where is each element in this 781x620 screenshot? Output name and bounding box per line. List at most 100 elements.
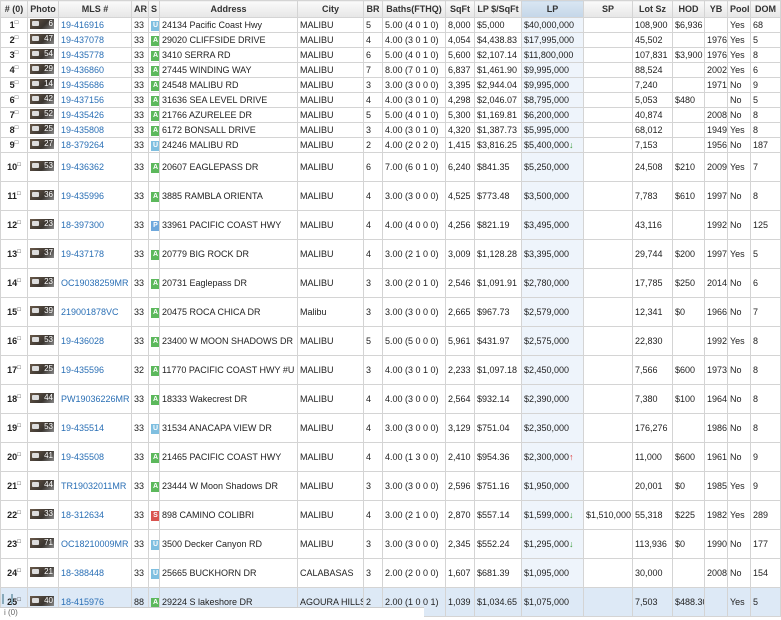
photo-cell[interactable]: 36	[27, 181, 59, 211]
checkbox-icon[interactable]: □	[17, 365, 21, 371]
table-row[interactable]: 19□ 53 19-435514 33 U 31534 ANACAPA VIEW DR MA…	[0, 413, 781, 443]
photo-thumbnail[interactable]: 53	[30, 161, 54, 171]
photo-thumbnail[interactable]: 54	[30, 49, 54, 59]
mls-link[interactable]: 18-312634	[58, 500, 132, 530]
checkbox-icon[interactable]: □	[15, 110, 19, 116]
photo-cell[interactable]: 41	[27, 442, 59, 472]
column-header-pool[interactable]: Pool	[727, 0, 751, 18]
checkbox-icon[interactable]: □	[15, 65, 19, 71]
photo-thumbnail[interactable]: 6	[30, 19, 54, 29]
checkbox-icon[interactable]: □	[15, 50, 19, 56]
photo-cell[interactable]: 29	[27, 62, 59, 78]
mls-link[interactable]: 19-435426	[58, 107, 132, 123]
photo-cell[interactable]: 53	[27, 152, 59, 182]
table-row[interactable]: 13□ 37 19-437178 33 A 20779 BIG ROCK DR MALIBU…	[0, 239, 781, 269]
column-header-yb[interactable]: YB	[704, 0, 728, 18]
photo-thumbnail[interactable]: 14	[30, 79, 54, 89]
photo-cell[interactable]: 25	[27, 355, 59, 385]
table-row[interactable]: 16□ 53 19-436028 33 A 23400 W MOON SHADOWS DR…	[0, 326, 781, 356]
mls-link[interactable]: 19-435996	[58, 181, 132, 211]
column-header-lp[interactable]: LP	[521, 0, 584, 18]
photo-cell[interactable]: 23	[27, 210, 59, 240]
photo-thumbnail[interactable]: 71	[30, 538, 54, 548]
photo-cell[interactable]: 23	[27, 268, 59, 298]
table-row[interactable]: 1□ 6 19-416916 33 U 24134 Pacific Coast Hwy MA…	[0, 17, 781, 33]
photo-thumbnail[interactable]: 53	[30, 422, 54, 432]
table-row[interactable]: 3□ 54 19-435778 33 A 3410 SERRA RD MALIBU 6 5.00…	[0, 47, 781, 63]
photo-cell[interactable]: 47	[27, 32, 59, 48]
mls-link[interactable]: 19-437178	[58, 239, 132, 269]
photo-cell[interactable]: 52	[27, 107, 59, 123]
column-header-baths[interactable]: Baths(FTHQ)	[382, 0, 446, 18]
column-header-mls[interactable]: MLS #	[58, 0, 132, 18]
table-row[interactable]: 22□ 33 18-312634 33 S 898 CAMINO COLIBRI MALIB…	[0, 500, 781, 530]
checkbox-icon[interactable]: □	[17, 510, 21, 516]
checkbox-icon[interactable]: □	[17, 336, 21, 342]
checkbox-icon[interactable]: □	[17, 568, 21, 574]
column-header-sp[interactable]: SP	[583, 0, 633, 18]
mls-link[interactable]: TR19032011MR	[58, 471, 132, 501]
photo-cell[interactable]: 53	[27, 413, 59, 443]
photo-thumbnail[interactable]: 47	[30, 34, 54, 44]
column-header-num[interactable]: # (0)	[0, 0, 28, 18]
checkbox-icon[interactable]: □	[17, 249, 21, 255]
checkbox-icon[interactable]: □	[17, 307, 21, 313]
checkbox-icon[interactable]: □	[17, 278, 21, 284]
mls-link[interactable]: OC18210009MR	[58, 529, 132, 559]
photo-cell[interactable]: 44	[27, 384, 59, 414]
table-row[interactable]: 12□ 23 18-397300 33 P 33961 PACIFIC COAST HWY…	[0, 210, 781, 240]
table-row[interactable]: 17□ 25 19-435596 32 A 11770 PACIFIC COAST HWY…	[0, 355, 781, 385]
table-row[interactable]: 15□ 39 219001878VC 33 A 20475 ROCA CHICA DR Ma…	[0, 297, 781, 327]
checkbox-icon[interactable]: □	[15, 125, 19, 131]
mls-link[interactable]: 219001878VC	[58, 297, 132, 327]
checkbox-icon[interactable]: □	[17, 394, 21, 400]
table-row[interactable]: 8□ 25 19-435808 33 A 6172 BONSALL DRIVE MALIBU…	[0, 122, 781, 138]
column-resize-handle[interactable]	[2, 594, 13, 604]
mls-link[interactable]: 19-436362	[58, 152, 132, 182]
column-header-ar[interactable]: AR	[131, 0, 149, 18]
mls-link[interactable]: 19-435686	[58, 77, 132, 93]
photo-cell[interactable]: 6	[27, 17, 59, 33]
photo-thumbnail[interactable]: 23	[30, 219, 54, 229]
photo-thumbnail[interactable]: 25	[30, 124, 54, 134]
checkbox-icon[interactable]: □	[17, 423, 21, 429]
photo-cell[interactable]: 54	[27, 47, 59, 63]
photo-cell[interactable]: 39	[27, 297, 59, 327]
photo-thumbnail[interactable]: 44	[30, 480, 54, 490]
photo-cell[interactable]: 25	[27, 122, 59, 138]
mls-link[interactable]: 18-397300	[58, 210, 132, 240]
photo-thumbnail[interactable]: 44	[30, 393, 54, 403]
column-header-lot-size[interactable]: Lot Sz	[632, 0, 673, 18]
photo-cell[interactable]: 44	[27, 471, 59, 501]
mls-link[interactable]: 19-435508	[58, 442, 132, 472]
mls-link[interactable]: 19-416916	[58, 17, 132, 33]
checkbox-icon[interactable]: □	[15, 80, 19, 86]
mls-link[interactable]: 19-436860	[58, 62, 132, 78]
mls-link[interactable]: PW19036226MR	[58, 384, 132, 414]
checkbox-icon[interactable]: □	[17, 220, 21, 226]
table-row[interactable]: 24□ 21 18-388448 33 U 25665 BUCKHORN DR CALABA…	[0, 558, 781, 588]
photo-thumbnail[interactable]: 23	[30, 277, 54, 287]
mls-link[interactable]: 19-435596	[58, 355, 132, 385]
column-header-city[interactable]: City	[297, 0, 364, 18]
photo-thumbnail[interactable]: 29	[30, 64, 54, 74]
column-header-dom[interactable]: DOM	[750, 0, 781, 18]
photo-cell[interactable]: 27	[27, 137, 59, 153]
checkbox-icon[interactable]: □	[15, 20, 19, 26]
mls-link[interactable]: 19-435514	[58, 413, 132, 443]
column-header-br[interactable]: BR	[363, 0, 383, 18]
checkbox-icon[interactable]: □	[17, 481, 21, 487]
table-row[interactable]: 11□ 36 19-435996 33 A 3885 RAMBLA ORIENTA MALI…	[0, 181, 781, 211]
checkbox-icon[interactable]: □	[17, 162, 21, 168]
mls-link[interactable]: 18-379264	[58, 137, 132, 153]
column-header-hod[interactable]: HOD	[672, 0, 705, 18]
mls-link[interactable]: 19-437078	[58, 32, 132, 48]
table-row[interactable]: 7□ 52 19-435426 33 A 21766 AZURELEE DR MALIBU 5…	[0, 107, 781, 123]
mls-link[interactable]: 19-435808	[58, 122, 132, 138]
photo-thumbnail[interactable]: 27	[30, 139, 54, 149]
photo-thumbnail[interactable]: 39	[30, 306, 54, 316]
checkbox-icon[interactable]: □	[17, 452, 21, 458]
mls-link[interactable]: 19-435778	[58, 47, 132, 63]
checkbox-icon[interactable]: □	[17, 539, 21, 545]
photo-thumbnail[interactable]: 37	[30, 248, 54, 258]
